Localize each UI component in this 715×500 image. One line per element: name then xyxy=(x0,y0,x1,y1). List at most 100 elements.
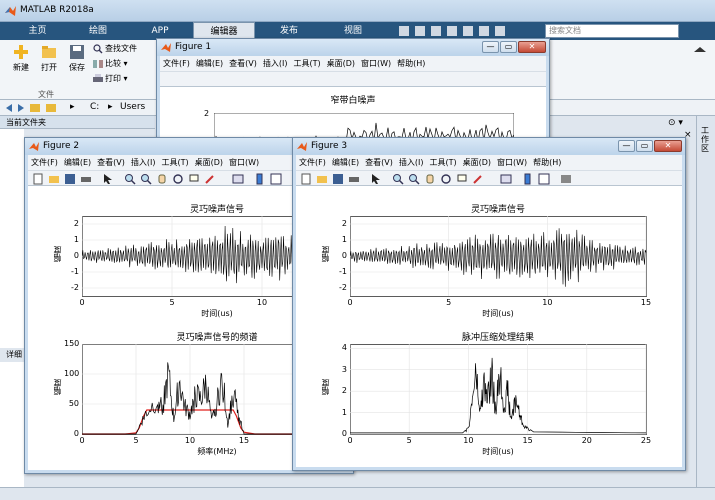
zoom-in-icon[interactable] xyxy=(124,173,136,185)
menu-tools[interactable]: 工具(T) xyxy=(426,155,459,170)
menu-view[interactable]: 查看(V) xyxy=(226,56,260,71)
menu-window[interactable]: 窗口(W) xyxy=(226,155,262,170)
matlab-figure-icon xyxy=(297,142,307,151)
minimize-button[interactable]: — xyxy=(482,41,499,53)
menu-file[interactable]: 文件(F) xyxy=(160,56,193,71)
search-documentation-input[interactable]: 搜索文档 xyxy=(545,24,679,38)
menu-file[interactable]: 文件(F) xyxy=(296,155,329,170)
insert-colorbar-icon[interactable] xyxy=(254,173,266,185)
menu-edit[interactable]: 编辑(E) xyxy=(329,155,362,170)
edit-plot-icon[interactable] xyxy=(102,173,114,185)
rotate-3d-icon[interactable] xyxy=(440,173,452,185)
menu-help[interactable]: 帮助(H) xyxy=(394,56,428,71)
menu-insert[interactable]: 插入(I) xyxy=(128,155,159,170)
open-file-icon[interactable] xyxy=(316,173,328,185)
menu-tools[interactable]: 工具(T) xyxy=(158,155,191,170)
print-label: 打印 xyxy=(105,74,121,83)
figure-3-title-bar[interactable]: Figure 3 — ▭ ✕ xyxy=(293,138,685,155)
y-axis-label: 幅度 xyxy=(321,379,330,395)
figure-2-title: Figure 2 xyxy=(43,141,80,151)
close-button[interactable]: ✕ xyxy=(654,140,682,152)
plot-axes[interactable] xyxy=(350,344,647,435)
menu-edit[interactable]: 编辑(E) xyxy=(61,155,94,170)
tab-plots[interactable]: 绘图 xyxy=(68,22,128,40)
address-folder[interactable]: Users xyxy=(120,102,145,112)
minimize-button[interactable]: — xyxy=(618,140,635,152)
maximize-button[interactable]: ▭ xyxy=(500,41,517,53)
x-tick-label: 20 xyxy=(581,436,592,445)
y-tick-label: 100 xyxy=(64,369,80,378)
insert-colorbar-icon[interactable] xyxy=(522,173,534,185)
panel-controls-icon[interactable]: ⊙ ▾ xyxy=(668,118,694,130)
pan-hand-icon[interactable] xyxy=(424,173,436,185)
menu-tools[interactable]: 工具(T) xyxy=(290,56,323,71)
zoom-out-icon[interactable] xyxy=(408,173,420,185)
menu-help[interactable]: 帮助(H) xyxy=(530,155,564,170)
menu-view[interactable]: 查看(V) xyxy=(94,155,128,170)
new-label: 新建 xyxy=(13,63,29,72)
figure-3-toolbar xyxy=(296,170,682,186)
compare-button[interactable]: 比较 ▾ xyxy=(93,58,128,70)
zoom-in-icon[interactable] xyxy=(392,173,404,185)
collapse-ribbon-icon[interactable] xyxy=(690,44,710,56)
menu-desktop[interactable]: 桌面(D) xyxy=(324,56,358,71)
print-figure-icon[interactable] xyxy=(348,173,360,185)
new-figure-icon[interactable] xyxy=(32,173,44,185)
brush-icon[interactable] xyxy=(472,173,484,185)
menu-desktop[interactable]: 桌面(D) xyxy=(192,155,226,170)
workspace-panel-collapsed[interactable]: 工作区 xyxy=(696,116,715,500)
save-label: 保存 xyxy=(69,63,85,72)
zoom-out-icon[interactable] xyxy=(140,173,152,185)
app-title: MATLAB R2018a xyxy=(20,5,94,15)
find-files-button[interactable]: 查找文件 xyxy=(93,43,137,55)
x-tick-label: 25 xyxy=(640,436,652,445)
current-folder-panel[interactable] xyxy=(0,129,24,348)
menu-window[interactable]: 窗口(W) xyxy=(494,155,530,170)
menu-view[interactable]: 查看(V) xyxy=(362,155,396,170)
save-figure-icon[interactable] xyxy=(332,173,344,185)
matlab-figure-icon xyxy=(29,142,39,151)
brush-icon[interactable] xyxy=(204,173,216,185)
figure-1-menubar: 文件(F) 编辑(E) 查看(V) 插入(I) 工具(T) 桌面(D) 窗口(W) 帮助(H) xyxy=(160,56,546,71)
menu-edit[interactable]: 编辑(E) xyxy=(193,56,226,71)
close-button[interactable]: ✕ xyxy=(518,41,546,53)
insert-legend-icon[interactable] xyxy=(270,173,282,185)
figure-1-title-bar[interactable]: Figure 1 — ▭ ✕ xyxy=(157,39,549,56)
link-plot-icon[interactable] xyxy=(232,173,244,185)
data-cursor-icon[interactable] xyxy=(456,173,468,185)
quick-access-toolbar[interactable] xyxy=(395,25,515,37)
maximize-button[interactable]: ▭ xyxy=(636,140,653,152)
rotate-3d-icon[interactable] xyxy=(172,173,184,185)
menu-insert[interactable]: 插入(I) xyxy=(260,56,291,71)
print-button[interactable]: 打印 ▾ xyxy=(93,73,128,85)
save-figure-icon[interactable] xyxy=(64,173,76,185)
figure-3-window[interactable]: Figure 3 — ▭ ✕ 文件(F) 编辑(E) 查看(V) 插入(I) 工具(T) 桌面… xyxy=(292,137,686,471)
menu-file[interactable]: 文件(F) xyxy=(28,155,61,170)
new-button[interactable]: 新建 xyxy=(8,44,34,73)
print-figure-icon[interactable] xyxy=(80,173,92,185)
x-tick-label: 5 xyxy=(133,436,139,445)
save-button[interactable]: 保存 xyxy=(64,44,90,73)
new-figure-icon[interactable] xyxy=(300,173,312,185)
compare-label: 比较 xyxy=(105,59,121,68)
menu-window[interactable]: 窗口(W) xyxy=(358,56,394,71)
link-plot-icon[interactable] xyxy=(500,173,512,185)
x-tick-label: 10 xyxy=(184,436,196,445)
figure-1-ytick: 2 xyxy=(204,109,210,118)
y-tick-label: 4 xyxy=(341,343,347,353)
figure-1-canvas: 窄带白噪声 2 xyxy=(160,87,546,153)
pan-hand-icon[interactable] xyxy=(156,173,168,185)
menu-insert[interactable]: 插入(I) xyxy=(396,155,427,170)
hide-plot-tools-icon[interactable] xyxy=(560,173,572,185)
insert-legend-icon[interactable] xyxy=(538,173,550,185)
tab-home[interactable]: 主页 xyxy=(10,22,65,40)
open-file-icon[interactable] xyxy=(48,173,60,185)
nav-arrows-icon[interactable] xyxy=(4,103,64,113)
edit-plot-icon[interactable] xyxy=(370,173,382,185)
data-cursor-icon[interactable] xyxy=(188,173,200,185)
address-drive[interactable]: C: xyxy=(90,102,99,112)
figure-1-window[interactable]: Figure 1 — ▭ ✕ 文件(F) 编辑(E) 查看(V) 插入(I) 工具(T) 桌面… xyxy=(156,38,550,153)
open-button[interactable]: 打开 xyxy=(36,44,62,73)
figure-1-plot-title: 窄带白噪声 xyxy=(330,96,376,106)
menu-desktop[interactable]: 桌面(D) xyxy=(460,155,494,170)
